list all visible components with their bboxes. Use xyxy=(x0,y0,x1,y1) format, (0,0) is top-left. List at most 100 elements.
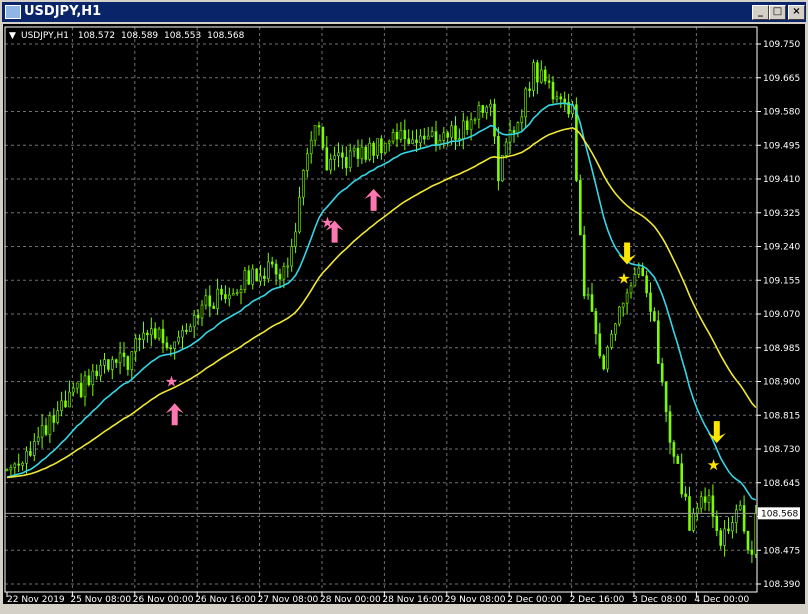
candle-body xyxy=(317,125,321,128)
candle-body xyxy=(309,139,313,155)
candle-body xyxy=(95,370,98,377)
candle-body xyxy=(731,522,734,532)
candle-body xyxy=(594,311,598,335)
candle-body xyxy=(169,347,173,350)
candle-body xyxy=(56,410,60,423)
candle-body xyxy=(5,469,9,472)
candle-body xyxy=(114,359,118,363)
x-tick-label: 27 Nov 08:00 xyxy=(258,595,319,604)
candle xyxy=(243,266,247,294)
candle-body xyxy=(399,129,403,140)
candle-body xyxy=(21,462,24,466)
candle-body xyxy=(263,275,266,279)
candle-body xyxy=(216,288,219,309)
candle-body xyxy=(426,135,430,140)
candle-body xyxy=(278,273,282,280)
y-tick-label: 108.900 xyxy=(763,378,800,388)
candle-body xyxy=(286,265,290,268)
x-tick-label: 4 Dec 00:00 xyxy=(694,595,749,604)
candle-body xyxy=(72,387,75,393)
candle-body xyxy=(87,375,91,386)
candle-body xyxy=(645,275,648,294)
candle-body xyxy=(508,130,512,143)
candle-body xyxy=(111,359,114,370)
candle-body xyxy=(274,263,278,275)
candle xyxy=(497,127,500,191)
candle-body xyxy=(231,293,235,296)
candle-body xyxy=(481,105,485,113)
y-tick-label: 108.730 xyxy=(763,445,800,455)
candle-body xyxy=(79,382,83,398)
candle-body xyxy=(610,333,613,348)
candle-body xyxy=(255,268,258,282)
candle-body xyxy=(122,352,126,357)
x-tick-label: 26 Nov 00:00 xyxy=(133,595,194,604)
x-tick-label: 2 Dec 00:00 xyxy=(507,595,562,604)
candle-body xyxy=(372,142,375,156)
candle-body xyxy=(738,505,742,511)
candle-body xyxy=(442,132,446,141)
candle xyxy=(383,142,387,155)
candle-body xyxy=(555,96,559,100)
candle-body xyxy=(699,496,703,509)
candle-body xyxy=(415,139,418,144)
x-tick-label: 29 Nov 08:00 xyxy=(445,595,506,604)
chart-window-icon xyxy=(5,5,21,19)
maximize-button[interactable]: □ xyxy=(769,5,786,20)
candle-body xyxy=(391,132,395,142)
pink-star-icon: ★ xyxy=(321,214,334,232)
candle-body xyxy=(368,142,372,160)
candle-body xyxy=(161,328,165,344)
candle-body xyxy=(524,88,528,118)
candle-body xyxy=(220,288,223,295)
y-tick-label: 108.475 xyxy=(763,546,800,556)
candle-body xyxy=(103,359,106,366)
svg-text:USDJPY,H1 108.572: USDJPY,H1 108.572 108.589 108.553 108.56… xyxy=(21,31,245,41)
current-price-label: 108.568 xyxy=(761,509,798,519)
y-tick-label: 109.240 xyxy=(763,243,800,253)
candle-body xyxy=(411,139,414,144)
candle-body xyxy=(247,270,251,285)
chart-header-arrow-icon[interactable]: ▼ xyxy=(9,31,16,41)
candle-body xyxy=(692,512,695,531)
candle-body xyxy=(146,332,149,336)
header-high: 108.589 xyxy=(121,31,158,41)
candle-body xyxy=(118,352,122,363)
candle-body xyxy=(75,382,79,389)
candle-body xyxy=(625,292,629,304)
candle-body xyxy=(325,147,329,171)
candle-body xyxy=(493,103,496,137)
candle-body xyxy=(461,120,465,139)
candle-body xyxy=(153,328,157,339)
candle-body xyxy=(407,138,411,144)
minimize-button[interactable]: _ xyxy=(752,5,769,20)
candle xyxy=(321,126,325,151)
candle-body xyxy=(138,338,141,340)
y-tick-label: 109.750 xyxy=(763,40,800,50)
candle-body xyxy=(516,122,520,134)
x-tick-label: 28 Nov 00:00 xyxy=(320,595,381,604)
candle-body xyxy=(621,302,625,308)
window-title: USDJPY,H1 xyxy=(24,4,102,19)
candle-body xyxy=(454,125,457,140)
candle-body xyxy=(532,62,535,91)
candle-body xyxy=(380,138,383,154)
close-button[interactable]: × xyxy=(788,5,805,20)
candle-body xyxy=(341,152,344,158)
candle-body xyxy=(196,314,200,319)
candle-body xyxy=(83,375,87,398)
candle xyxy=(617,305,621,327)
title-bar[interactable]: USDJPY,H1 _ □ × xyxy=(2,2,806,22)
candle-body xyxy=(32,441,36,456)
candle-body xyxy=(212,305,215,309)
candle-body xyxy=(422,135,426,140)
y-tick-label: 109.665 xyxy=(763,74,800,84)
header-close: 108.568 xyxy=(207,31,244,41)
candle-body xyxy=(344,156,348,168)
price-chart[interactable]: ★ ★ ★ ★ 109.750 109.665 109.580 109.495 109.410… xyxy=(3,24,805,604)
candle-body xyxy=(403,129,407,140)
candle-body xyxy=(60,400,63,411)
candle xyxy=(606,345,609,373)
candle-body xyxy=(649,292,652,312)
candle-body xyxy=(383,142,387,154)
